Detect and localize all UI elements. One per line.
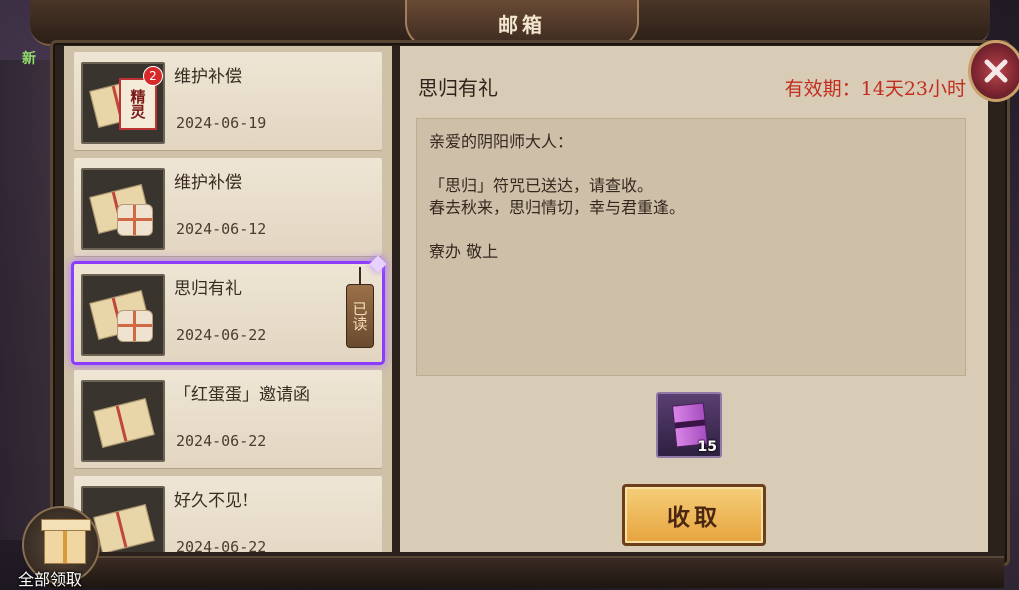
validity-period: 有效期：14天23小时: [784, 78, 966, 100]
envelope-icon: [93, 504, 155, 552]
mail-content-box: 亲爱的阴阳师大人： 「思归」符咒已送达，请查收。 春去秋来，思归情切，幸与君重逢…: [416, 118, 966, 376]
mail-detail-panel: 思归有礼 有效期：14天23小时 亲爱的阴阳师大人： 「思归」符咒已送达，请查收…: [400, 46, 988, 552]
gift-box-icon: [41, 519, 91, 564]
unread-badge: 2: [143, 66, 163, 86]
reward-count: 15: [697, 439, 717, 455]
claim-button[interactable]: 收取: [622, 484, 766, 546]
mail-title: 好久不见!: [174, 491, 249, 511]
mail-thumbnail: 精灵 2: [81, 62, 165, 144]
mail-date: 2024-06-22: [176, 432, 267, 450]
claim-all-button[interactable]: 全部领取: [18, 506, 102, 590]
mail-item[interactable]: 好久不见! 2024-06-22: [74, 476, 382, 552]
close-icon: [984, 59, 1008, 83]
close-button[interactable]: [968, 40, 1019, 102]
gift-package-icon: [117, 204, 153, 236]
mail-date: 2024-06-12: [176, 220, 267, 238]
mail-item[interactable]: 维护补偿 2024-06-12: [74, 158, 382, 256]
mail-item[interactable]: 「红蛋蛋」邀请函 2024-06-22: [74, 370, 382, 468]
selection-gem-icon: [369, 255, 387, 273]
mail-body-text: 亲爱的阴阳师大人： 「思归」符咒已送达，请查收。 春去秋来，思归情切，幸与君重逢…: [429, 132, 686, 261]
mail-list[interactable]: 精灵 2 维护补偿 2024-06-19 维护补偿 2024-06-12 思归有…: [64, 46, 392, 552]
gift-package-icon: [117, 310, 153, 342]
mail-title: 思归有礼: [174, 279, 242, 299]
mail-thumbnail: [81, 274, 165, 356]
read-tag: 已读: [346, 267, 374, 348]
mail-title: 维护补偿: [174, 67, 242, 87]
new-label: 新: [22, 51, 36, 67]
mail-date: 2024-06-22: [176, 538, 267, 552]
bottom-bar: [50, 556, 1004, 588]
mail-title: 维护补偿: [174, 173, 242, 193]
claim-all-label: 全部领取: [18, 570, 83, 589]
mail-item[interactable]: 精灵 2 维护补偿 2024-06-19: [74, 52, 382, 150]
mail-date: 2024-06-19: [176, 114, 267, 132]
reward-item[interactable]: 15: [656, 392, 722, 458]
mail-thumbnail: [81, 380, 165, 462]
envelope-icon: [93, 398, 155, 448]
mail-subject: 思归有礼: [418, 76, 498, 100]
mail-item-selected[interactable]: 思归有礼 2024-06-22 已读: [74, 255, 387, 362]
mail-thumbnail: [81, 168, 165, 250]
mail-title: 「红蛋蛋」邀请函: [174, 385, 310, 405]
mail-date: 2024-06-22: [176, 326, 267, 344]
